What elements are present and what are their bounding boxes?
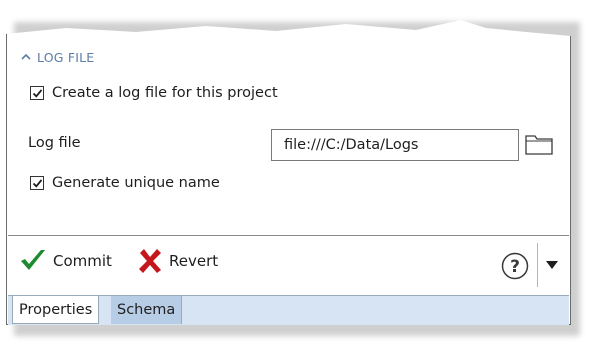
triangle-down-icon[interactable] bbox=[544, 259, 560, 271]
log-file-input[interactable] bbox=[271, 129, 519, 161]
unique-name-checkbox[interactable] bbox=[30, 176, 44, 190]
check-mark-icon bbox=[32, 88, 42, 98]
revert-button[interactable]: Revert bbox=[137, 248, 218, 274]
create-log-row: Create a log file for this project bbox=[30, 85, 278, 101]
commit-label: Commit bbox=[53, 252, 112, 270]
tab-schema[interactable]: Schema bbox=[111, 296, 183, 324]
section-header-log-file[interactable]: LOG FILE bbox=[21, 47, 94, 67]
tab-bar: Properties Schema bbox=[8, 295, 569, 325]
check-mark-icon bbox=[32, 178, 42, 188]
section-title: LOG FILE bbox=[37, 49, 95, 65]
unique-name-label[interactable]: Generate unique name bbox=[52, 175, 220, 191]
chevron-up-icon bbox=[21, 53, 31, 60]
toolbar-separator bbox=[537, 243, 538, 287]
create-log-checkbox[interactable] bbox=[30, 86, 44, 100]
svg-text:?: ? bbox=[510, 257, 520, 277]
toolbar-divider bbox=[8, 235, 569, 236]
unique-name-row: Generate unique name bbox=[30, 175, 220, 191]
folder-icon[interactable] bbox=[524, 132, 554, 156]
commit-button[interactable]: Commit bbox=[19, 248, 112, 274]
x-icon bbox=[139, 249, 161, 273]
tab-properties[interactable]: Properties bbox=[12, 296, 100, 324]
log-file-label: Log file bbox=[28, 135, 81, 151]
create-log-label[interactable]: Create a log file for this project bbox=[52, 85, 278, 101]
properties-panel: LOG FILE Create a log file for this proj… bbox=[6, 20, 571, 325]
checkmark-icon bbox=[21, 250, 45, 270]
revert-label: Revert bbox=[169, 252, 219, 270]
help-icon[interactable]: ? bbox=[501, 252, 529, 280]
